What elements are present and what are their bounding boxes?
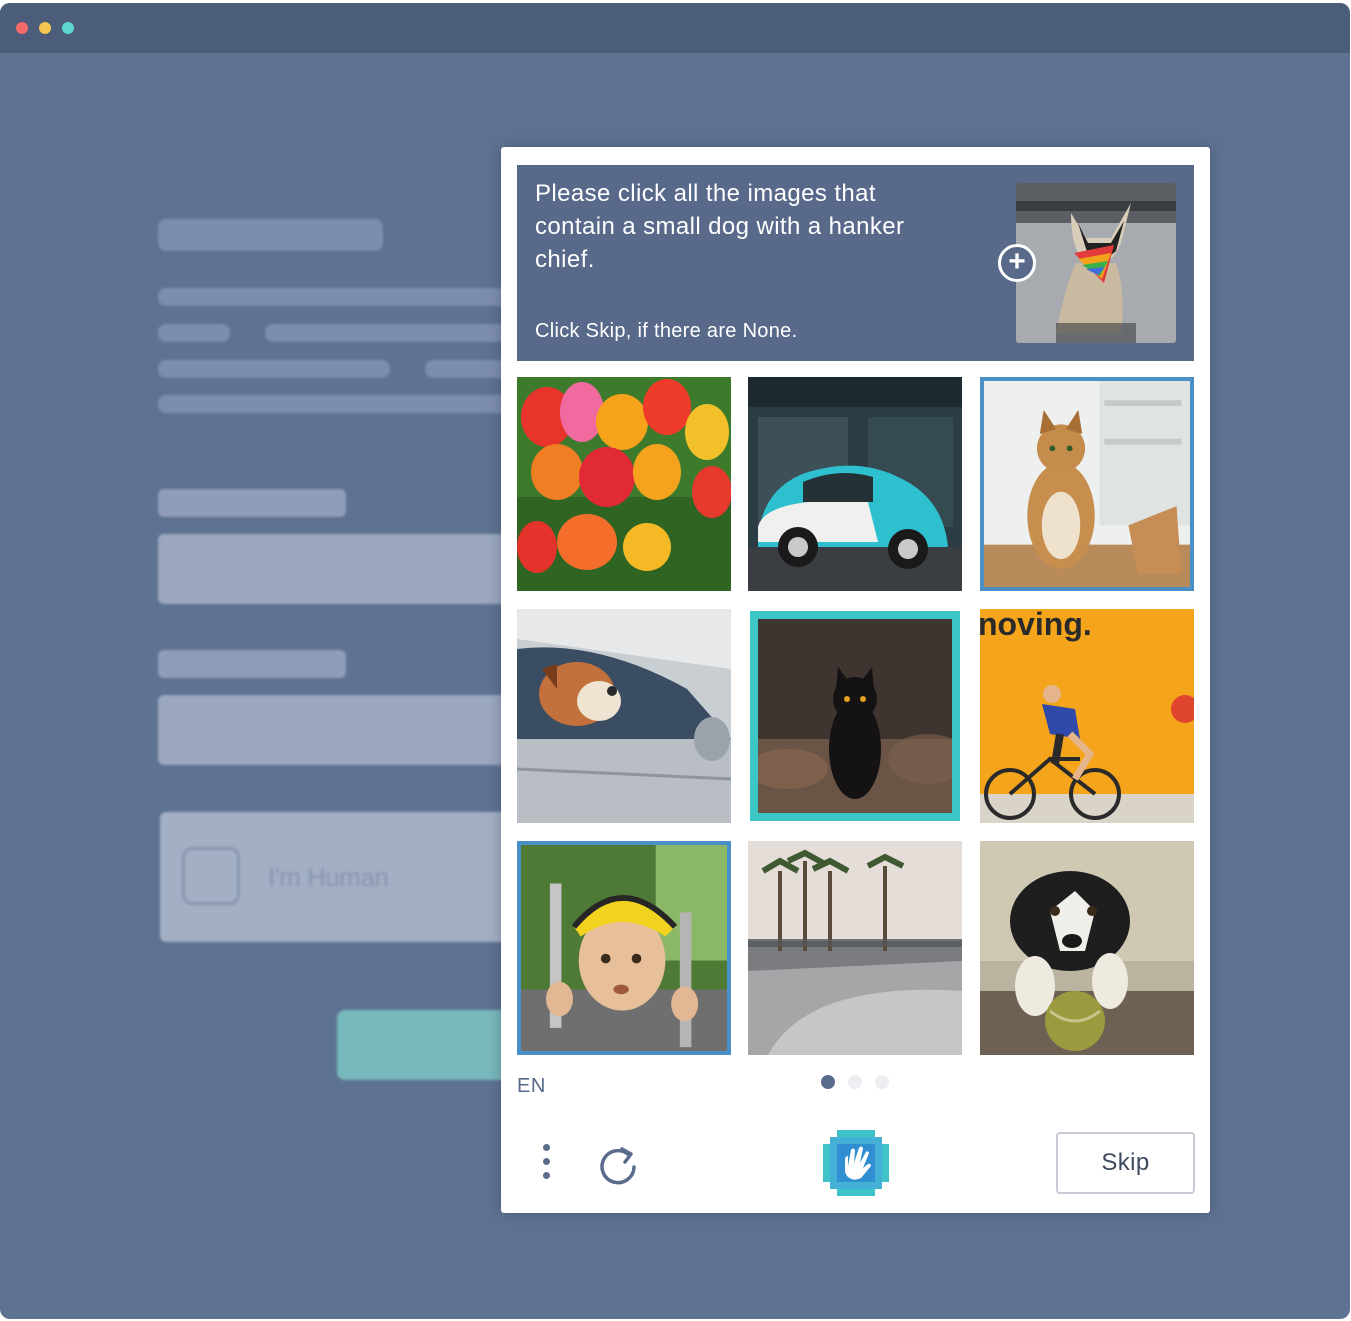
captcha-tile-car[interactable] <box>748 377 962 591</box>
text-line-placeholder <box>158 324 230 342</box>
plus-circle-icon[interactable]: + <box>998 244 1036 282</box>
form-title-placeholder <box>158 219 383 251</box>
human-checkbox-widget: I'm Human <box>160 812 520 942</box>
refresh-icon[interactable] <box>596 1143 640 1187</box>
page-dot-active <box>821 1075 835 1089</box>
text-line-placeholder <box>158 360 390 378</box>
captcha-prompt: Please click all the images that contain… <box>517 165 1194 361</box>
human-checkbox[interactable] <box>182 847 240 905</box>
tabby-cat-image <box>984 381 1190 587</box>
border-collie-image <box>980 841 1194 1055</box>
blue-car-image <box>748 377 962 591</box>
more-options-icon[interactable] <box>535 1142 559 1186</box>
hcaptcha-logo-icon[interactable] <box>823 1130 889 1196</box>
human-checkbox-label: I'm Human <box>268 862 389 892</box>
prompt-text: Please click all the images that contain… <box>535 180 905 273</box>
skip-button[interactable]: Skip <box>1056 1132 1195 1194</box>
captcha-tile-black-cat[interactable] <box>750 611 960 821</box>
language-selector[interactable]: EN <box>517 1075 546 1098</box>
captcha-tile-cyclist[interactable]: noving. <box>980 609 1194 823</box>
wall-sign-text: noving. <box>980 609 1092 642</box>
boy-climbing-image <box>521 845 727 1051</box>
tulips-image <box>517 377 731 591</box>
bulldog-in-car-image <box>517 609 731 823</box>
prompt-hint: Click Skip, if there are None. <box>535 320 798 342</box>
example-image[interactable] <box>1016 183 1176 343</box>
captcha-tile-collie[interactable] <box>980 841 1194 1055</box>
input-field-placeholder <box>158 534 520 604</box>
field-label-placeholder <box>158 650 346 678</box>
field-label-placeholder <box>158 489 346 517</box>
text-line-placeholder <box>158 288 518 306</box>
text-line-placeholder <box>265 324 520 342</box>
input-field-placeholder <box>158 695 520 765</box>
dog-bandana-image <box>1016 183 1176 343</box>
captcha-tile-boy[interactable] <box>517 841 731 1055</box>
page-dot <box>848 1075 862 1089</box>
submit-button-placeholder <box>337 1010 527 1080</box>
text-line-placeholder <box>158 395 518 413</box>
skatepark-image <box>748 841 962 1055</box>
captcha-tile-tulips[interactable] <box>517 377 731 591</box>
captcha-tile-cat[interactable] <box>980 377 1194 591</box>
captcha-dialog: Please click all the images that contain… <box>501 147 1210 1213</box>
captcha-tile-bulldog[interactable] <box>517 609 731 823</box>
cyclist-image: noving. <box>980 609 1194 823</box>
black-cat-image <box>758 619 952 813</box>
captcha-tile-skatepark[interactable] <box>748 841 962 1055</box>
page-dot <box>875 1075 889 1089</box>
